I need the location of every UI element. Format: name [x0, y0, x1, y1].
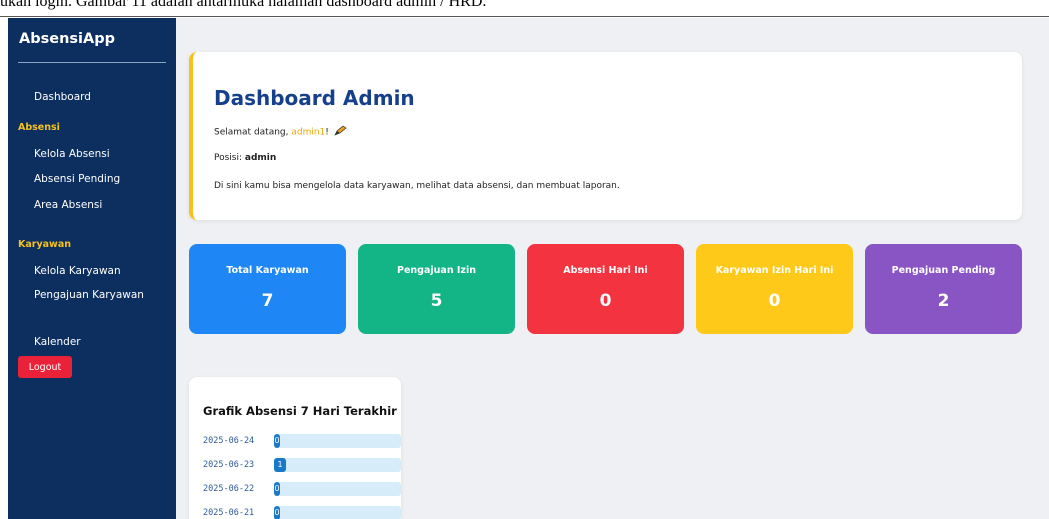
stat-card-value: 2: [937, 291, 950, 311]
sidebar-item-kalender[interactable]: Kalender: [34, 336, 81, 348]
sidebar-section-absensi: Absensi: [18, 122, 60, 133]
sidebar-item-kelola-absensi[interactable]: Kelola Absensi: [34, 148, 110, 160]
stat-card-value: 0: [599, 291, 612, 311]
attendance-chart-panel: Grafik Absensi 7 Hari Terakhir 2025-06-2…: [189, 377, 401, 519]
stat-card-title: Total Karyawan: [226, 265, 309, 276]
document-caption: ukan login. Gambar 11 adalah antarmuka h…: [0, 0, 1049, 17]
chart-row: 2025-06-22 0: [203, 482, 401, 498]
chart-row: 2025-06-23 1: [203, 458, 401, 474]
chart-row-date: 2025-06-22: [203, 484, 255, 494]
stat-card-value: 7: [261, 291, 274, 311]
chart-bar-track: 1: [274, 458, 401, 472]
position-label: Posisi:: [214, 153, 245, 163]
stat-card-title: Karyawan Izin Hari Ini: [715, 265, 834, 276]
stat-card-title: Pengajuan Izin: [397, 265, 476, 276]
username: admin1: [291, 127, 326, 138]
brand-divider: [18, 62, 166, 63]
chart-row: 2025-06-24 0: [203, 434, 401, 450]
stat-card-pengajuan-pending: Pengajuan Pending 2: [865, 244, 1022, 334]
stat-card-absensi-hari-ini: Absensi Hari Ini 0: [527, 244, 684, 334]
description-text: Di sini kamu bisa mengelola data karyawa…: [214, 181, 620, 191]
logout-button[interactable]: Logout: [18, 356, 72, 378]
chart-bar: 1: [274, 458, 286, 472]
app-brand: AbsensiApp: [19, 31, 115, 47]
pencil-icon: [334, 125, 347, 139]
greeting-text: Selamat datang, admin1!: [214, 125, 347, 139]
chart-bar-track: 0: [274, 506, 401, 519]
chart-bar-track: 0: [274, 434, 401, 448]
greeting-prefix: Selamat datang,: [214, 127, 292, 138]
sidebar-item-absensi-pending[interactable]: Absensi Pending: [34, 173, 120, 185]
position-value: admin: [244, 153, 277, 163]
sidebar: AbsensiApp Dashboard Absensi Kelola Abse…: [8, 18, 176, 519]
chart-row: 2025-06-21 0: [203, 506, 401, 519]
chart-bar: 0: [274, 434, 280, 448]
stat-card-title: Pengajuan Pending: [891, 265, 996, 276]
sidebar-item-area-absensi[interactable]: Area Absensi: [34, 199, 102, 211]
chart-title: Grafik Absensi 7 Hari Terakhir: [203, 404, 397, 418]
stat-card-value: 5: [430, 291, 443, 311]
page-title: Dashboard Admin: [214, 86, 415, 110]
stat-card-title: Absensi Hari Ini: [563, 265, 648, 276]
position-text: Posisi: admin: [214, 153, 276, 163]
greeting-suffix: !: [325, 127, 329, 138]
stat-card-pengajuan-izin: Pengajuan Izin 5: [358, 244, 515, 334]
stat-card-total-karyawan: Total Karyawan 7: [189, 244, 346, 334]
sidebar-item-pengajuan-karyawan[interactable]: Pengajuan Karyawan: [34, 289, 144, 301]
chart-bar: 0: [274, 482, 280, 496]
chart-bar: 0: [274, 506, 280, 519]
sidebar-item-dashboard[interactable]: Dashboard: [34, 91, 91, 103]
chart-row-date: 2025-06-21: [203, 508, 255, 518]
sidebar-section-karyawan: Karyawan: [18, 239, 72, 250]
chart-row-date: 2025-06-23: [203, 460, 255, 470]
stat-card-karyawan-izin-hari-ini: Karyawan Izin Hari Ini 0: [696, 244, 853, 334]
chart-row-date: 2025-06-24: [203, 436, 255, 446]
welcome-panel: Dashboard Admin Selamat datang, admin1! …: [189, 52, 1022, 220]
main-content: Dashboard Admin Selamat datang, admin1! …: [176, 18, 1049, 519]
sidebar-item-kelola-karyawan[interactable]: Kelola Karyawan: [34, 265, 121, 277]
stat-card-value: 0: [768, 291, 781, 311]
chart-bar-track: 0: [274, 482, 401, 496]
